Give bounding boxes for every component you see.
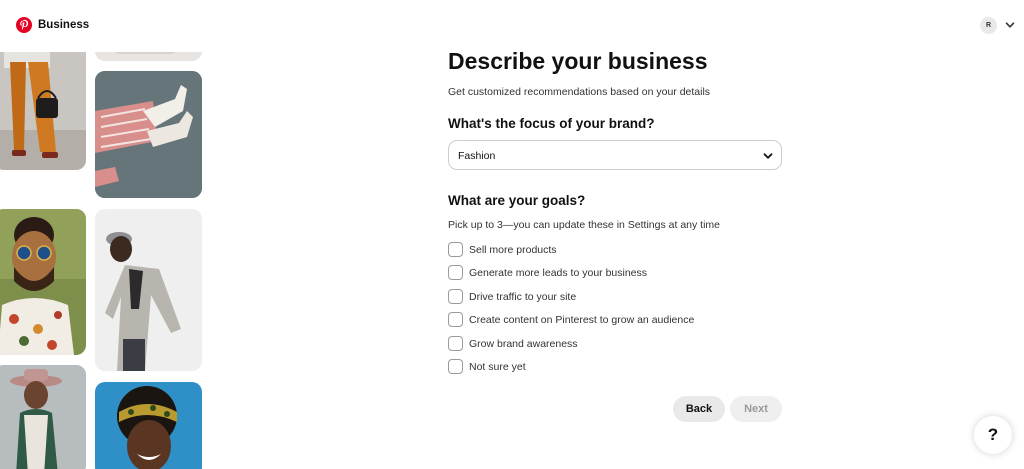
brand-focus-select[interactable]: Fashion bbox=[448, 140, 782, 170]
fashion-photo-woman-headscarf bbox=[95, 382, 202, 469]
page-subtitle: Get customized recommendations based on … bbox=[448, 86, 711, 98]
fashion-photo-top-partial bbox=[95, 52, 202, 61]
goal-checkbox[interactable] bbox=[448, 336, 463, 351]
goal-label: Generate more leads to your business bbox=[469, 267, 648, 279]
goal-checkbox[interactable] bbox=[448, 312, 463, 327]
pinterest-logo-icon[interactable] bbox=[16, 17, 32, 33]
page-title: Describe your business bbox=[448, 48, 708, 74]
fashion-photo-man-sunglasses bbox=[0, 209, 86, 355]
goal-checkbox[interactable] bbox=[448, 265, 463, 280]
goal-option-drive-traffic[interactable]: Drive traffic to your site bbox=[448, 289, 748, 305]
goal-label: Not sure yet bbox=[469, 361, 526, 373]
goal-checkbox[interactable] bbox=[448, 359, 463, 374]
goal-label: Drive traffic to your site bbox=[469, 291, 577, 303]
goal-checkbox[interactable] bbox=[448, 289, 463, 304]
goal-label: Create content on Pinterest to grow an a… bbox=[469, 314, 695, 326]
avatar[interactable]: R bbox=[980, 17, 997, 34]
fashion-photo-white-boots bbox=[95, 71, 202, 198]
goal-label: Sell more products bbox=[469, 244, 557, 256]
fashion-photo-man-grey-suit bbox=[95, 209, 202, 371]
photo-gallery bbox=[0, 52, 210, 469]
goal-label: Grow brand awareness bbox=[469, 338, 578, 350]
back-button[interactable]: Back bbox=[673, 396, 725, 422]
help-button[interactable]: ? bbox=[974, 416, 1012, 454]
fashion-photo-orange-trousers bbox=[0, 52, 86, 170]
goal-option-not-sure[interactable]: Not sure yet bbox=[448, 359, 748, 375]
goal-option-brand-awareness[interactable]: Grow brand awareness bbox=[448, 336, 748, 352]
focus-heading: What's the focus of your brand? bbox=[448, 116, 655, 131]
chevron-down-icon bbox=[763, 153, 773, 159]
goals-hint: Pick up to 3—you can update these in Set… bbox=[448, 219, 720, 231]
brand-focus-value: Fashion bbox=[458, 150, 496, 162]
account-chevron-down-icon[interactable] bbox=[1005, 20, 1015, 30]
goal-option-sell-products[interactable]: Sell more products bbox=[448, 242, 748, 258]
goal-option-generate-leads[interactable]: Generate more leads to your business bbox=[448, 265, 748, 281]
brand-label: Business bbox=[38, 19, 90, 31]
next-button[interactable]: Next bbox=[730, 396, 782, 422]
goals-heading: What are your goals? bbox=[448, 193, 586, 208]
goal-option-create-content[interactable]: Create content on Pinterest to grow an a… bbox=[448, 312, 748, 328]
top-bar: Business R bbox=[0, 0, 1024, 52]
fashion-photo-woman-hat bbox=[0, 365, 86, 469]
goal-checkbox[interactable] bbox=[448, 242, 463, 257]
